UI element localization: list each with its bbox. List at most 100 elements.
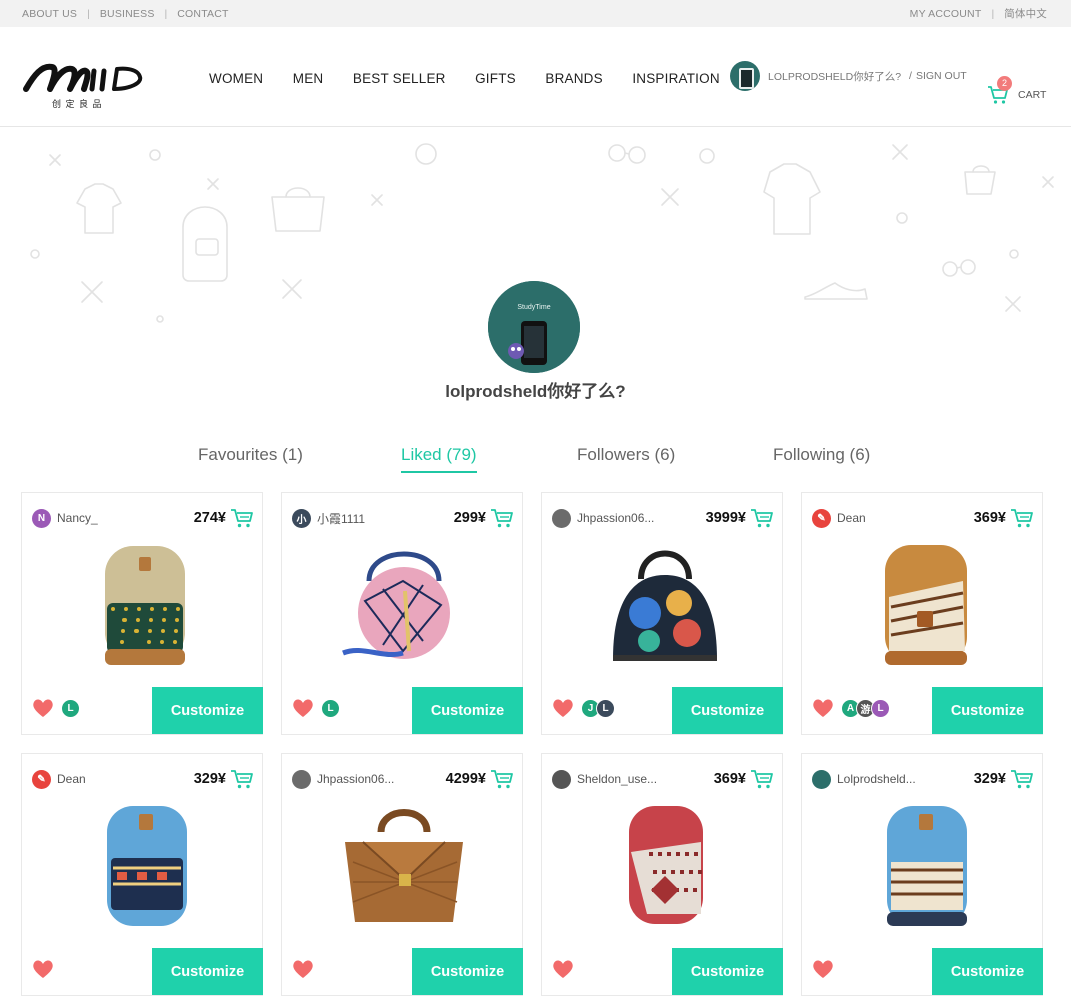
seller-avatar[interactable]: ✎ xyxy=(812,508,831,528)
customize-button[interactable]: Customize xyxy=(672,687,783,734)
nav-brands[interactable]: BRANDS xyxy=(545,71,602,86)
business-link[interactable]: BUSINESS xyxy=(100,8,155,20)
seller-avatar[interactable]: N xyxy=(32,508,51,528)
nav-gifts[interactable]: GIFTS xyxy=(475,71,516,86)
seller-name[interactable]: Jhpassion06... xyxy=(577,511,706,525)
profile-avatar[interactable]: StudyTime xyxy=(488,281,580,373)
liker-avatar[interactable]: L xyxy=(596,698,615,718)
tab-following[interactable]: Following (6) xyxy=(773,445,870,465)
heart-icon[interactable] xyxy=(552,959,574,979)
product-image[interactable] xyxy=(843,802,1003,932)
product-card[interactable]: N Nancy_ 274¥ L Customize xyxy=(21,492,263,735)
add-to-cart-icon[interactable] xyxy=(750,768,774,790)
contact-link[interactable]: CONTACT xyxy=(177,8,228,20)
tab-followers[interactable]: Followers (6) xyxy=(577,445,675,465)
liker-initial: 游 xyxy=(860,704,871,716)
seller-name[interactable]: 小霞1111 xyxy=(317,510,454,527)
liker-avatar[interactable]: L xyxy=(321,698,340,718)
nav-best-seller[interactable]: BEST SELLER xyxy=(353,71,446,86)
seller-avatar[interactable] xyxy=(812,769,831,789)
seller-name[interactable]: Dean xyxy=(57,772,194,786)
brand-logo[interactable]: 创 定 良 品 xyxy=(22,59,144,113)
heart-icon[interactable] xyxy=(32,698,54,718)
cart-link[interactable]: 2 CART xyxy=(987,76,1047,105)
seller-name[interactable]: Lolprodsheld... xyxy=(837,772,974,786)
seller-avatar[interactable] xyxy=(552,769,571,789)
seller-avatar[interactable] xyxy=(292,769,311,789)
product-image[interactable] xyxy=(583,802,743,932)
tab-favourites[interactable]: Favourites (1) xyxy=(198,445,303,465)
seller-name[interactable]: Sheldon_use... xyxy=(577,772,714,786)
product-image[interactable] xyxy=(583,541,743,671)
heart-icon[interactable] xyxy=(552,698,574,718)
product-card[interactable]: ✎ Dean 329¥ Customize xyxy=(21,753,263,996)
product-card[interactable]: Jhpassion06... 3999¥ J L Customize xyxy=(541,492,783,735)
nav-women[interactable]: WOMEN xyxy=(209,71,263,86)
product-card[interactable]: Jhpassion06... 4299¥ Customize xyxy=(281,753,523,996)
seller-avatar[interactable]: ✎ xyxy=(32,769,51,789)
sign-out-link[interactable]: SIGN OUT xyxy=(916,70,967,82)
add-to-cart-icon[interactable] xyxy=(490,768,514,790)
tab-liked[interactable]: Liked (79) xyxy=(401,445,477,473)
customize-button[interactable]: Customize xyxy=(672,948,783,995)
product-card[interactable]: Lolprodsheld... 329¥ Customize xyxy=(801,753,1043,996)
product-price: 369¥ xyxy=(973,510,1006,526)
card-header: Lolprodsheld... 329¥ xyxy=(812,768,1034,790)
my-account-link[interactable]: MY ACCOUNT xyxy=(910,8,982,20)
heart-icon[interactable] xyxy=(32,959,54,979)
heart-icon[interactable] xyxy=(292,698,314,718)
product-card[interactable]: Sheldon_use... 369¥ Customize xyxy=(541,753,783,996)
card-footer xyxy=(552,959,581,979)
main-header: 创 定 良 品 WOMEN MEN BEST SELLER GIFTS BRAN… xyxy=(0,27,1071,127)
card-footer xyxy=(292,959,321,979)
seller-avatar[interactable] xyxy=(552,508,571,528)
add-to-cart-icon[interactable] xyxy=(230,507,254,529)
divider: | xyxy=(991,7,995,20)
seller-name[interactable]: Nancy_ xyxy=(57,511,194,525)
card-header: 小小霞1111 299¥ xyxy=(292,507,514,529)
customize-button[interactable]: Customize xyxy=(932,948,1043,995)
product-price: 4299¥ xyxy=(445,771,486,787)
customize-button[interactable]: Customize xyxy=(412,687,523,734)
product-image[interactable] xyxy=(323,541,483,671)
seller-name[interactable]: Jhpassion06... xyxy=(317,772,446,786)
user-avatar[interactable] xyxy=(730,61,760,91)
heart-icon[interactable] xyxy=(812,959,834,979)
heart-icon[interactable] xyxy=(812,698,834,718)
liker-avatar[interactable]: L xyxy=(871,698,890,718)
product-image[interactable] xyxy=(63,802,223,932)
cart-icon: 2 xyxy=(987,76,1012,105)
product-price: 3999¥ xyxy=(705,510,746,526)
liker-avatar[interactable]: L xyxy=(61,698,80,718)
customize-button[interactable]: Customize xyxy=(152,687,263,734)
card-footer: L xyxy=(292,698,340,718)
user-name-link[interactable]: LOLPRODSHELD你好了么? xyxy=(768,69,901,84)
liker-initial: J xyxy=(587,702,594,714)
product-card[interactable]: 小小霞1111 299¥ L Customize xyxy=(281,492,523,735)
card-footer: A游L xyxy=(812,698,890,718)
customize-button[interactable]: Customize xyxy=(932,687,1043,734)
customize-button[interactable]: Customize xyxy=(412,948,523,995)
card-header: ✎ Dean 369¥ xyxy=(812,507,1034,529)
product-image[interactable] xyxy=(843,541,1003,671)
add-to-cart-icon[interactable] xyxy=(230,768,254,790)
heart-icon[interactable] xyxy=(292,959,314,979)
profile-hero: StudyTime lolprodsheld你好了么? xyxy=(0,127,1071,422)
product-image[interactable] xyxy=(323,802,483,932)
product-image[interactable] xyxy=(63,541,223,671)
add-to-cart-icon[interactable] xyxy=(750,507,774,529)
cart-count-badge: 2 xyxy=(997,76,1012,91)
liker-initial: L xyxy=(877,702,884,714)
seller-avatar[interactable]: 小 xyxy=(292,508,311,528)
add-to-cart-icon[interactable] xyxy=(1010,768,1034,790)
product-card[interactable]: ✎ Dean 369¥ A 游 L Customize xyxy=(801,492,1043,735)
seller-name[interactable]: Dean xyxy=(837,511,974,525)
add-to-cart-icon[interactable] xyxy=(490,507,514,529)
nav-inspiration[interactable]: INSPIRATION xyxy=(632,71,719,86)
add-to-cart-icon[interactable] xyxy=(1010,507,1034,529)
language-link[interactable]: 简体中文 xyxy=(1004,6,1047,21)
cart-label: CART xyxy=(1018,89,1047,101)
customize-button[interactable]: Customize xyxy=(152,948,263,995)
about-us-link[interactable]: ABOUT US xyxy=(22,8,77,20)
nav-men[interactable]: MEN xyxy=(293,71,324,86)
